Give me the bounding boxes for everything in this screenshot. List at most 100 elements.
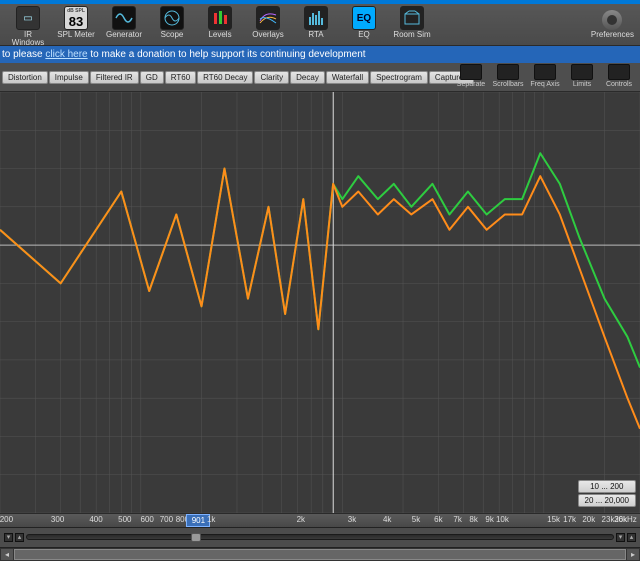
x-range-box[interactable]: 20 ... 20,000 [578, 494, 636, 507]
freq-tick-label: 1k [207, 515, 215, 524]
overlays-icon [256, 6, 280, 30]
tool-label: Scope [161, 31, 184, 39]
spin-down-button-2[interactable]: ▾ [616, 533, 625, 542]
ir-windows-button[interactable]: ▭ IR Windows [7, 6, 49, 47]
scroll-track[interactable] [14, 548, 626, 561]
freq-axis-button[interactable]: Freq Axis [528, 64, 562, 88]
scroll-left-button[interactable]: ◂ [0, 548, 14, 561]
scrollbars-icon [497, 64, 519, 80]
chart-controls: Separate Scrollbars Freq Axis Limits Control… [454, 64, 636, 88]
rc-label: Separate [457, 81, 485, 88]
view-subbar: DistortionImpulseFiltered IRGDRT60RT60 D… [0, 63, 640, 92]
tool-label: Generator [106, 31, 142, 39]
tab-rt60-decay[interactable]: RT60 Decay [197, 71, 253, 84]
separate-button[interactable]: Separate [454, 64, 488, 88]
view-tabs: DistortionImpulseFiltered IRGDRT60RT60 D… [0, 69, 476, 86]
room-sim-button[interactable]: Room Sim [391, 6, 433, 39]
generator-button[interactable]: Generator [103, 6, 145, 39]
freq-tick-label: 7k [453, 515, 461, 524]
tool-label: Overlays [252, 31, 284, 39]
freq-tick-label: 3k [348, 515, 356, 524]
scrollbars-button[interactable]: Scrollbars [491, 64, 525, 88]
preferences-label: Preferences [591, 31, 634, 39]
rc-label: Controls [606, 81, 632, 88]
freq-tick-label: 300 [51, 515, 64, 524]
freq-tick-label: 200 [0, 515, 13, 524]
frequency-axis[interactable]: 2003004005006007008009011k2k3k4k5k6k7k8k… [0, 514, 640, 528]
freq-tick-label: 23k [602, 515, 615, 524]
main-toolbar: ▭ IR Windows dB SPL 83 SPL Meter Generat… [0, 4, 640, 46]
tab-rt60[interactable]: RT60 [165, 71, 196, 84]
freq-tick-label: 5k [412, 515, 420, 524]
spin-up-button[interactable]: ▴ [15, 533, 24, 542]
levels-button[interactable]: Levels [199, 6, 241, 39]
freq-axis-icon [534, 64, 556, 80]
freq-axis-unit: 30kHz [614, 515, 637, 524]
tab-waterfall[interactable]: Waterfall [326, 71, 369, 84]
bottom-bar: 10 ... 200 20 ... 20,000 200300400500600… [0, 513, 640, 561]
banner-text-pre: to please [2, 49, 45, 60]
controls-button[interactable]: Controls [602, 64, 636, 88]
freq-tick-label: 15k [547, 515, 560, 524]
freq-tick-label: 9k [485, 515, 493, 524]
freq-tick-label: 4k [383, 515, 391, 524]
donation-banner: to please click here to make a donation … [0, 46, 640, 63]
spin-down-button[interactable]: ▾ [4, 533, 13, 542]
zoom-thumb[interactable] [191, 533, 201, 542]
tool-label: RTA [308, 31, 323, 39]
rc-label: Limits [573, 81, 591, 88]
ir-windows-icon: ▭ [16, 6, 40, 30]
banner-text-post: to make a donation to help support its c… [88, 49, 366, 60]
spin-up-button-2[interactable]: ▴ [627, 533, 636, 542]
freq-tick-label: 700 [160, 515, 173, 524]
rta-icon [304, 6, 328, 30]
scope-button[interactable]: Scope [151, 6, 193, 39]
zoom-track[interactable] [26, 534, 614, 540]
freq-tick-label: 2k [297, 515, 305, 524]
eq-button[interactable]: EQ EQ [343, 6, 385, 39]
freq-tick-label: 600 [141, 515, 154, 524]
scroll-right-button[interactable]: ▸ [626, 548, 640, 561]
tab-decay[interactable]: Decay [290, 71, 325, 84]
room-sim-icon [400, 6, 424, 30]
levels-icon [208, 6, 232, 30]
donation-link[interactable]: click here [45, 49, 87, 60]
spl-meter-icon: dB SPL 83 [64, 6, 88, 30]
gear-icon [602, 10, 622, 30]
tab-spectrogram[interactable]: Spectrogram [370, 71, 428, 84]
chart-area[interactable] [0, 92, 640, 513]
tool-label: EQ [358, 31, 370, 39]
tool-label: IR Windows [7, 31, 49, 47]
scroll-thumb[interactable] [14, 549, 626, 560]
rta-button[interactable]: RTA [295, 6, 337, 39]
y-range-box[interactable]: 10 ... 200 [578, 480, 636, 493]
preferences-button[interactable]: Preferences [591, 10, 634, 39]
tab-impulse[interactable]: Impulse [49, 71, 89, 84]
freq-tick-label: 500 [118, 515, 131, 524]
tab-distortion[interactable]: Distortion [2, 71, 48, 84]
scope-icon [160, 6, 184, 30]
freq-tick-label: 6k [434, 515, 442, 524]
freq-tick-label: 17k [563, 515, 576, 524]
separate-icon [460, 64, 482, 80]
eq-icon: EQ [352, 6, 376, 30]
controls-icon [608, 64, 630, 80]
bottom-scrollbar: ◂ ▸ [0, 547, 640, 561]
frequency-response-chart [0, 92, 640, 513]
rc-label: Scrollbars [492, 81, 523, 88]
tab-gd[interactable]: GD [140, 71, 164, 84]
limits-button[interactable]: Limits [565, 64, 599, 88]
overlays-button[interactable]: Overlays [247, 6, 289, 39]
freq-tick-label: 400 [89, 515, 102, 524]
range-boxes: 10 ... 200 20 ... 20,000 [578, 480, 636, 507]
generator-icon [112, 6, 136, 30]
freq-tick-label: 10k [496, 515, 509, 524]
tool-label: Room Sim [393, 31, 430, 39]
tab-clarity[interactable]: Clarity [254, 71, 289, 84]
tab-filtered-ir[interactable]: Filtered IR [90, 71, 139, 84]
tool-label: SPL Meter [57, 31, 95, 39]
rc-label: Freq Axis [530, 81, 559, 88]
spl-meter-button[interactable]: dB SPL 83 SPL Meter [55, 6, 97, 39]
limits-icon [571, 64, 593, 80]
freq-tick-label: 8k [469, 515, 477, 524]
